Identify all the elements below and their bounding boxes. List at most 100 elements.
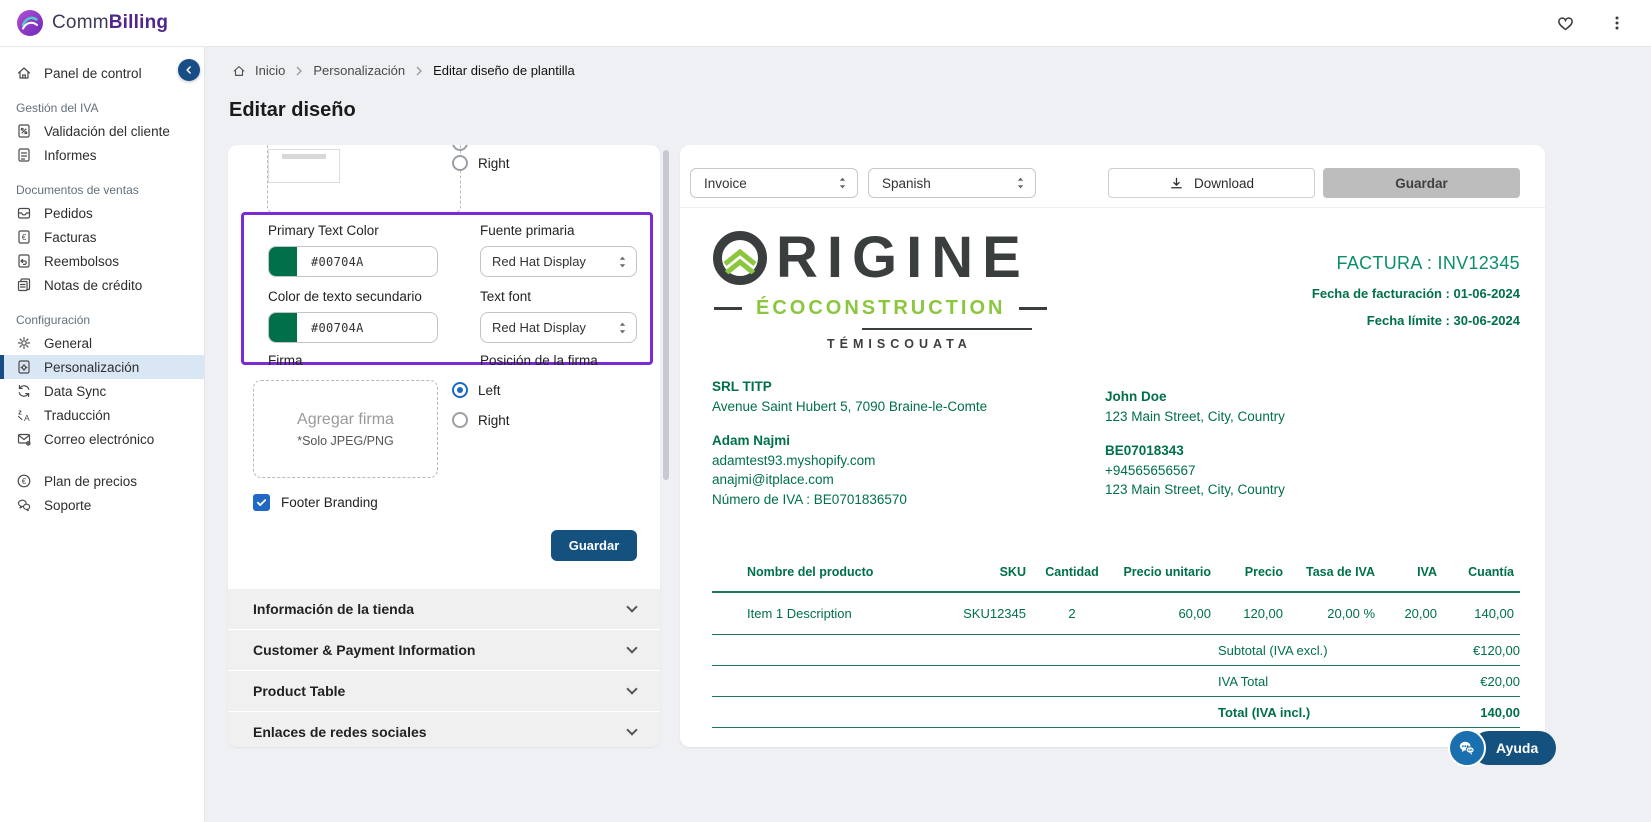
select-value: Red Hat Display [492,254,586,269]
column-header: Tasa de IVA [1289,557,1381,592]
download-button[interactable]: Download [1108,168,1315,198]
sidebar-item-informes[interactable]: Informes [0,143,204,167]
sidebar-item-personalizacion[interactable]: Personalización [0,355,204,379]
color-swatch[interactable] [269,246,297,277]
sidebar-item-label: Data Sync [44,384,106,399]
download-label: Download [1194,176,1254,191]
signature-position-right-option[interactable]: Right [452,409,510,431]
logo-tagline: TÉMISCOUATA [827,337,1047,351]
accordion-customer-payment-information[interactable]: Customer & Payment Information [228,630,660,670]
radio-label: Left [478,383,501,398]
grand-total-label: Total (IVA incl.) [1218,705,1310,720]
breadcrumb-item-current: Editar diseño de plantilla [433,63,575,78]
sidebar-item-correo-electronico[interactable]: Correo electrónico [0,427,204,451]
accordion-title: Product Table [253,683,345,699]
brand-name: CommBilling [52,12,168,34]
accordion-list: Información de la tienda Customer & Paym… [228,589,660,747]
select-value: Invoice [704,176,747,191]
table-header-row: Nombre del producto SKU Cantidad Precio … [712,557,1520,592]
breadcrumb-item-inicio[interactable]: Inicio [255,63,285,78]
column-header: Nombre del producto [712,557,937,592]
kebab-menu-icon[interactable] [1605,11,1629,35]
invoice-document: RIGINE ÉCOCONSTRUCTION TÉMISCOUATA FACTU… [712,223,1520,728]
breadcrumb-home-icon[interactable] [232,64,246,78]
sidebar-item-data-sync[interactable]: Data Sync [0,379,204,403]
editor-save-button[interactable]: Guardar [551,530,637,561]
divider [680,207,1545,208]
accordion-title: Información de la tienda [253,601,414,617]
form-panel-scrollbar[interactable] [663,150,669,480]
accordion-store-information[interactable]: Información de la tienda [228,589,660,629]
vat-total-row: IVA Total €20,00 [712,666,1520,697]
buyer-address: 123 Main Street, City, Country [1105,407,1285,427]
seller-block: SRL TITP Avenue Saint Hubert 5, 7090 Bra… [712,377,1105,509]
mail-settings-icon [16,431,32,447]
preview-save-button[interactable]: Guardar [1323,168,1520,198]
sidebar-item-label: Panel de control [44,66,142,81]
favorites-heart-icon[interactable] [1553,11,1577,35]
signature-upload-area[interactable]: Agregar firma *Solo JPEG/PNG [253,380,438,478]
document-type-select[interactable]: Invoice [690,168,858,198]
sidebar-item-label: Soporte [44,498,91,513]
highlighted-settings-group: Primary Text Color #00704A Fuente primar… [241,212,653,365]
signature-position-label: Posición de la firma [480,353,598,368]
cell-unit-price: 60,00 [1112,592,1217,635]
text-font-label: Text font [480,289,531,304]
vat-check-icon [16,123,32,139]
secondary-text-color-input[interactable]: #00704A [268,312,438,343]
primary-font-select[interactable]: Red Hat Display [480,246,637,277]
help-fab[interactable]: Ayuda [1448,729,1556,767]
text-font-select[interactable]: Red Hat Display [480,312,637,343]
buyer-address-2: 123 Main Street, City, Country [1105,480,1285,500]
invoice-billing-date: Fecha de facturación : 01-06-2024 [1312,286,1520,301]
column-header: Precio [1217,557,1289,592]
sidebar-item-panel-de-control[interactable]: Panel de control [0,61,204,85]
breadcrumb-item-personalizacion[interactable]: Personalización [313,63,405,78]
accordion-social-links[interactable]: Enlaces de redes sociales [228,712,660,747]
seller-vat-number: Número de IVA : BE0701836570 [712,490,1105,510]
sidebar-item-label: Notas de crédito [44,278,142,293]
cell-product-name: Item 1 Description [712,592,937,635]
signature-position-left-option[interactable]: Left [452,379,510,401]
sidebar-item-traduccion[interactable]: z A Traducción [0,403,204,427]
language-select[interactable]: Spanish [868,168,1036,198]
checkbox-checked-icon[interactable] [253,494,270,511]
help-chat-icon[interactable] [1448,729,1486,767]
gear-icon [16,335,32,351]
sidebar-item-soporte[interactable]: Soporte [0,493,204,517]
sidebar-item-notas-de-credito[interactable]: Notas de crédito [0,273,204,297]
buyer-phone: +94565656567 [1105,461,1285,481]
color-hex-value: #00704A [311,321,364,335]
pricing-euro-icon: € [16,473,32,489]
subtotal-value: €120,00 [1473,643,1520,658]
select-value: Red Hat Display [492,320,586,335]
radio-selected-icon[interactable] [452,382,468,398]
sidebar-item-pedidos[interactable]: Pedidos [0,201,204,225]
select-spinner-icon [618,255,627,269]
sidebar-collapse-button[interactable] [178,59,200,81]
sidebar-item-facturas[interactable]: € Facturas [0,225,204,249]
radio-icon[interactable] [452,412,468,428]
sidebar-item-validacion-del-cliente[interactable]: Validación del cliente [0,119,204,143]
select-value: Spanish [882,176,931,191]
footer-branding-toggle[interactable]: Footer Branding [253,494,378,511]
sidebar-item-label: Plan de precios [44,474,137,489]
sidebar-item-label: Facturas [44,230,97,245]
radio-label: Right [478,413,510,428]
sidebar-item-plan-de-precios[interactable]: € Plan de precios [0,469,204,493]
cell-vat: 20,00 [1381,592,1443,635]
color-swatch[interactable] [269,312,297,343]
sidebar-section-title: Documentos de ventas [0,183,204,197]
cell-sku: SKU12345 [937,592,1032,635]
radio-icon[interactable] [452,155,468,171]
chevron-down-icon [626,601,637,612]
logo-position-right-option[interactable]: Right [452,155,510,171]
accordion-product-table[interactable]: Product Table [228,671,660,711]
home-icon [16,65,32,81]
sidebar-section-title: Configuración [0,313,204,327]
sidebar-item-general[interactable]: General [0,331,204,355]
primary-text-color-input[interactable]: #00704A [268,246,438,277]
sidebar-item-reembolsos[interactable]: Reembolsos [0,249,204,273]
invoice-preview-panel: Invoice Spanish Download Guardar [680,145,1545,747]
invoice-number: FACTURA : INV12345 [1312,253,1520,274]
